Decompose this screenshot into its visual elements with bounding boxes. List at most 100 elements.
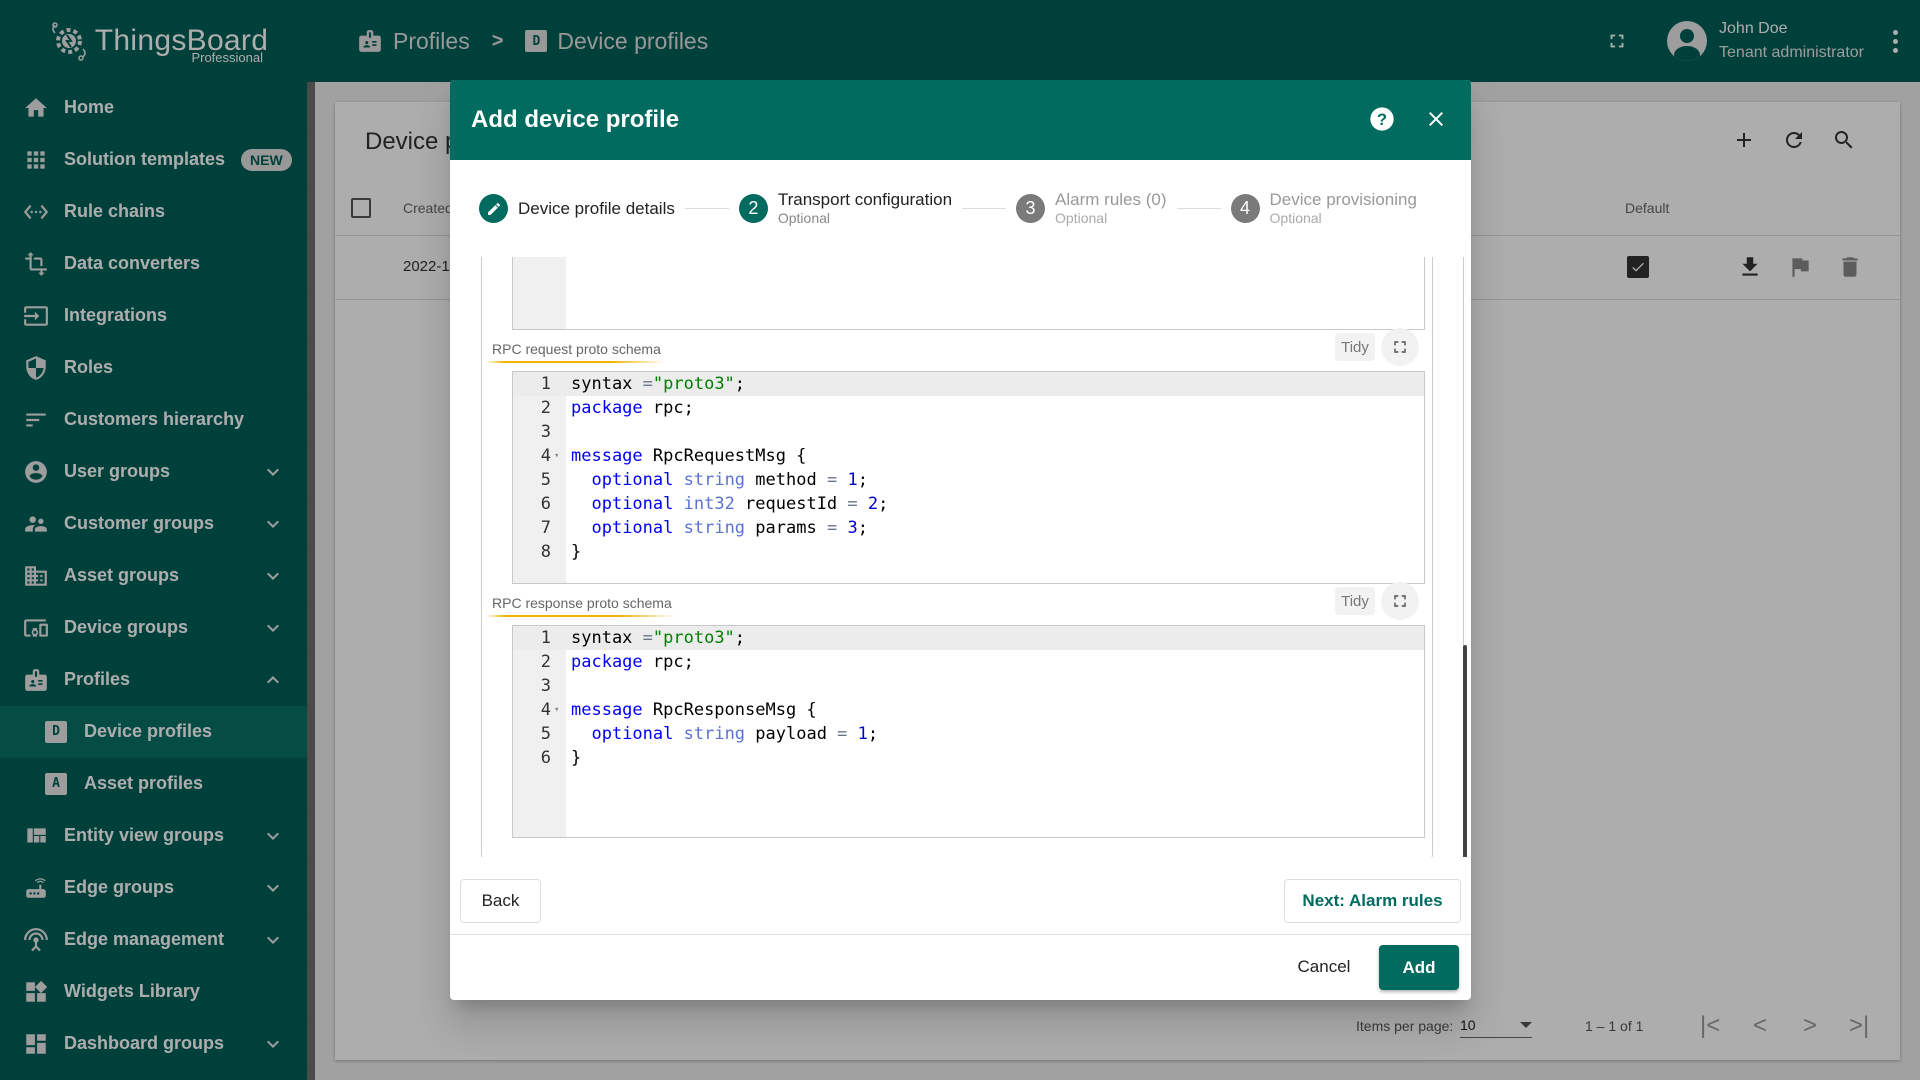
- add-button[interactable]: Add: [1379, 945, 1459, 990]
- code-token: ;: [867, 724, 879, 744]
- code-token: 1: [857, 724, 868, 744]
- code-line: 1 syntax ="proto3";: [513, 372, 1424, 396]
- code-token: ;: [857, 470, 868, 490]
- fullscreen-button-request[interactable]: [1381, 328, 1419, 366]
- code-token: optional: [591, 518, 674, 538]
- code-text: }: [571, 540, 581, 564]
- code-token: RpcResponseMsg {: [642, 700, 817, 720]
- line-number: 5: [540, 724, 551, 744]
- tidy-button-request[interactable]: Tidy: [1335, 333, 1375, 361]
- code-token: }: [571, 748, 582, 768]
- step-alarm-rules[interactable]: 3 Alarm rules (0) Optional: [1016, 190, 1167, 228]
- cancel-button[interactable]: Cancel: [1274, 945, 1374, 989]
- code-token: =: [826, 518, 838, 538]
- previous-schema-editor[interactable]: 6 optional string serialNumber = 2;7}: [512, 257, 1425, 330]
- code-token: package: [571, 652, 643, 672]
- code-line: 6}: [513, 746, 1424, 770]
- code-token: optional: [591, 494, 674, 514]
- line-number: 8: [540, 542, 551, 562]
- back-button[interactable]: Back: [460, 879, 541, 923]
- code-text: syntax ="proto3";: [571, 626, 745, 650]
- step-sublabel: Optional: [1055, 209, 1108, 226]
- code-token: =: [642, 628, 653, 648]
- step-number: 2: [738, 194, 768, 223]
- line-number: 1: [540, 628, 551, 648]
- fullscreen-button-response[interactable]: [1381, 582, 1419, 620]
- fold-toggle-icon[interactable]: ▾: [554, 698, 559, 722]
- code-token: ;: [878, 494, 889, 514]
- editor-gutter: [513, 257, 566, 329]
- code-token: syntax: [571, 374, 643, 394]
- code-line: 3: [513, 420, 1424, 444]
- code-token: string: [683, 724, 746, 744]
- code-token: syntax: [571, 628, 643, 648]
- code-text: package rpc;: [571, 396, 694, 420]
- code-token: "proto3": [652, 374, 735, 394]
- app-root: ThingsBoard Professional Profiles > D De…: [0, 0, 1920, 1080]
- code-token: string: [683, 470, 746, 490]
- step-label: Transport configuration: [777, 189, 953, 209]
- line-number: 7: [540, 518, 551, 538]
- dialog-scrollbar-thumb[interactable]: [1463, 645, 1467, 857]
- code-line: 6 optional int32 requestId = 2;: [513, 492, 1424, 516]
- step-sublabel: Optional: [777, 209, 831, 226]
- code-line: 1 syntax ="proto3";: [513, 626, 1424, 650]
- fullscreen-icon: [1394, 341, 1406, 353]
- code-line: 5 optional string method = 1;: [513, 468, 1424, 492]
- line-number: 3: [540, 422, 551, 442]
- help-button[interactable]: ?: [1361, 98, 1403, 140]
- rpc-request-schema-label: RPC request proto schema: [486, 341, 665, 363]
- tidy-button-response[interactable]: Tidy: [1335, 587, 1375, 615]
- add-device-profile-dialog: Add device profile ? Device profile deta…: [450, 80, 1471, 1000]
- fold-toggle-icon[interactable]: ▾: [554, 444, 559, 468]
- code-line: 7 optional string params = 3;: [513, 516, 1424, 540]
- code-token: int32: [683, 494, 735, 514]
- code-token: ;: [857, 518, 868, 538]
- dialog-body: 6 optional string serialNumber = 2;7} RP…: [450, 257, 1471, 857]
- step-device-provisioning[interactable]: 4 Device provisioning Optional: [1230, 189, 1417, 228]
- code-token: 3: [847, 518, 858, 538]
- code-text: message RpcResponseMsg {: [571, 698, 817, 722]
- code-token: =: [847, 494, 858, 514]
- code-token: "proto3": [652, 628, 735, 648]
- fullscreen-icon: [1394, 595, 1406, 607]
- line-number: 4: [540, 446, 551, 466]
- code-token: RpcRequestMsg {: [642, 446, 807, 466]
- stepper: Device profile details 2 Transport confi…: [450, 160, 1471, 257]
- dialog-header: Add device profile ?: [450, 80, 1471, 160]
- next-alarm-rules-button[interactable]: Next: Alarm rules: [1284, 879, 1461, 923]
- line-number: 2: [540, 398, 551, 418]
- code-token: =: [642, 374, 653, 394]
- code-line: 8}: [513, 540, 1424, 564]
- step-device-profile-details[interactable]: Device profile details: [479, 194, 675, 223]
- step-transport-configuration[interactable]: 2 Transport configuration Optional: [738, 189, 953, 228]
- code-text: }: [571, 746, 581, 770]
- step-label: Device provisioning: [1269, 189, 1417, 209]
- step-sublabel: Optional: [1269, 209, 1322, 226]
- close-button[interactable]: [1415, 98, 1457, 140]
- code-token: optional: [591, 724, 674, 744]
- step-connector: [684, 208, 729, 209]
- code-token: ;: [734, 628, 746, 648]
- code-token: }: [571, 542, 582, 562]
- rpc-request-schema-editor[interactable]: 1 syntax ="proto3"; 2 package rpc; 3 4 ▾ messag…: [512, 371, 1425, 584]
- code-token: string: [683, 518, 746, 538]
- step-number: 3: [1016, 194, 1046, 223]
- code-text: optional string payload = 1;: [571, 722, 878, 746]
- code-token: payload: [745, 724, 838, 744]
- code-token: =: [826, 470, 838, 490]
- dialog-footer-divider: [450, 934, 1471, 935]
- step-number: 4: [1230, 194, 1260, 223]
- code-text: message RpcRequestMsg {: [571, 444, 806, 468]
- transport-settings-fieldset: 6 optional string serialNumber = 2;7} RP…: [481, 257, 1433, 857]
- code-token: ;: [734, 374, 746, 394]
- rpc-response-schema-editor[interactable]: 1 syntax ="proto3"; 2 package rpc; 3 4 ▾ messag…: [512, 625, 1425, 838]
- code-text: optional int32 requestId = 2;: [571, 492, 888, 516]
- code-token: 1: [847, 470, 858, 490]
- code-token: method: [745, 470, 827, 490]
